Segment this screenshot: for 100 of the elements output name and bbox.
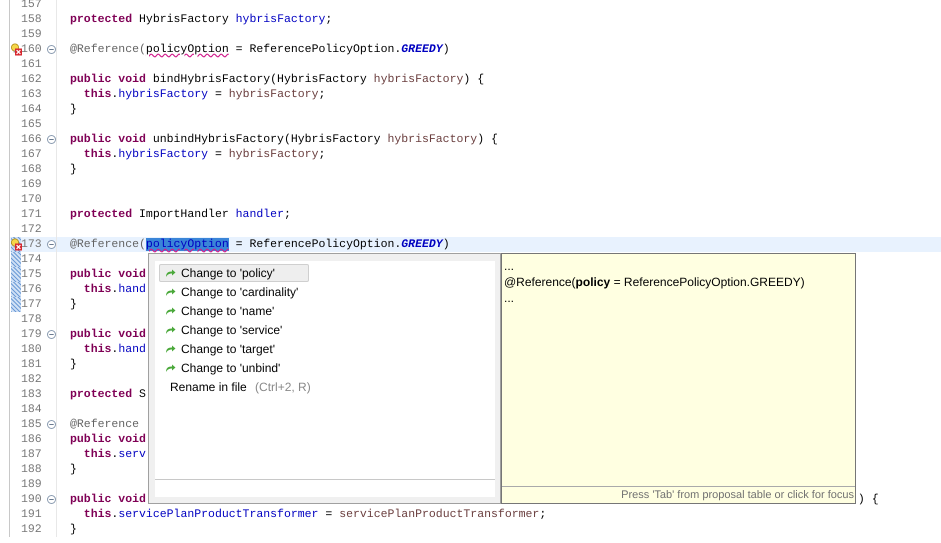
proposal-item[interactable]: Change to 'unbind' bbox=[159, 359, 309, 377]
keyword: public void bbox=[70, 433, 146, 446]
code-text: unbindHybrisFactory(HybrisFactory bbox=[152, 133, 382, 146]
keyword: public void bbox=[70, 268, 146, 281]
collapse-icon[interactable] bbox=[47, 330, 56, 339]
code-text: ) bbox=[442, 238, 450, 251]
proposal-item[interactable]: Change to 'policy' bbox=[159, 264, 309, 282]
code-text: ; bbox=[318, 88, 326, 101]
line-number: 159 bbox=[21, 28, 43, 41]
code-text: ; bbox=[539, 508, 546, 521]
proposal-item[interactable]: Rename in file (Ctrl+2, R) bbox=[159, 378, 309, 396]
code-text: = bbox=[214, 148, 223, 161]
curved-arrow-icon bbox=[165, 326, 176, 334]
lightbulb-error-icon[interactable] bbox=[10, 43, 22, 56]
code-text: HybrisFactory bbox=[138, 13, 230, 26]
code-text: } bbox=[70, 358, 77, 371]
line-number: 178 bbox=[21, 313, 43, 326]
proposal-item[interactable]: Change to 'cardinality' bbox=[159, 283, 309, 301]
code-text: } bbox=[70, 298, 77, 311]
line-number: 160 bbox=[21, 43, 43, 56]
constant: GREEDY bbox=[401, 43, 443, 56]
annotation: @Reference( bbox=[70, 43, 146, 56]
code-text: ; bbox=[284, 208, 291, 221]
keyword: this bbox=[82, 448, 112, 461]
line-number: 173 bbox=[21, 238, 43, 251]
selected-text: policyOption bbox=[146, 238, 229, 251]
field-name: serv bbox=[118, 448, 146, 461]
code-text: ; bbox=[318, 148, 326, 161]
code-text: . bbox=[111, 148, 118, 161]
line-number: 191 bbox=[21, 508, 43, 521]
keyword: protected bbox=[70, 208, 132, 221]
line-number: 177 bbox=[21, 298, 43, 311]
keyword: public void bbox=[70, 493, 146, 506]
keyword: this bbox=[82, 283, 112, 296]
proposal-item[interactable]: Change to 'target' bbox=[159, 340, 309, 358]
field-name: hybrisFactory bbox=[118, 88, 208, 101]
collapse-icon[interactable] bbox=[47, 420, 56, 429]
line-number: 183 bbox=[21, 388, 43, 401]
parameter-name: hybrisFactory bbox=[387, 133, 478, 146]
line-number: 171 bbox=[21, 208, 43, 221]
line-number: 166 bbox=[21, 133, 43, 146]
line-number: 192 bbox=[21, 523, 43, 536]
collapse-icon[interactable] bbox=[47, 240, 56, 249]
keyword: public void bbox=[70, 328, 146, 341]
code-text: = bbox=[214, 88, 223, 101]
keyword: public void bbox=[70, 73, 146, 86]
curved-arrow-icon bbox=[165, 306, 176, 316]
line-number: 185 bbox=[21, 418, 43, 431]
line-number: 161 bbox=[21, 58, 43, 71]
parameter-name: hybrisFactory bbox=[228, 148, 318, 161]
annotation: @Reference( bbox=[70, 238, 146, 251]
code-text: . bbox=[111, 343, 118, 356]
curved-arrow-icon bbox=[165, 288, 176, 296]
proposal-item[interactable]: Change to 'service' bbox=[159, 321, 309, 339]
keyword: this bbox=[82, 148, 112, 161]
line-number: 172 bbox=[21, 223, 43, 236]
line-number: 162 bbox=[21, 73, 43, 86]
field-name: servicePlanProductTransformer bbox=[118, 508, 318, 521]
line-number: 170 bbox=[21, 193, 43, 206]
parameter-name: hybrisFactory bbox=[228, 88, 318, 101]
line-number: 174 bbox=[21, 253, 43, 266]
code-text: } bbox=[70, 463, 77, 476]
line-number: 168 bbox=[21, 163, 43, 176]
field-name: hybrisFactory bbox=[118, 148, 208, 161]
parameter-name: servicePlanProductTransformer bbox=[339, 508, 540, 521]
line-number: 189 bbox=[21, 478, 43, 491]
code-text: . bbox=[111, 508, 118, 521]
line-number: 169 bbox=[21, 178, 43, 191]
code-text: . bbox=[111, 448, 118, 461]
preview-text: ... bbox=[504, 258, 514, 274]
code-text: = bbox=[324, 508, 334, 521]
curved-arrow-icon bbox=[165, 344, 176, 354]
collapse-icon[interactable] bbox=[47, 45, 56, 54]
keyword: this bbox=[82, 88, 112, 101]
code-text: . bbox=[111, 283, 118, 296]
code-text: } bbox=[70, 103, 77, 116]
code-text: } bbox=[70, 163, 77, 176]
line-number: 167 bbox=[21, 148, 43, 161]
collapse-icon[interactable] bbox=[47, 135, 56, 144]
keyword: this bbox=[82, 343, 112, 356]
line-number: 165 bbox=[21, 118, 43, 131]
preview-text: @Reference(policy = ReferencePolicyOption.GREEDY) bbox=[504, 274, 805, 290]
keyword: protected bbox=[70, 388, 132, 401]
curved-arrow-icon bbox=[165, 364, 176, 372]
line-number: 190 bbox=[21, 493, 43, 506]
code-text: } bbox=[70, 523, 77, 536]
line-number: 163 bbox=[21, 88, 43, 101]
code-text: = ReferencePolicyOption. bbox=[234, 238, 402, 251]
code-text: ) { bbox=[477, 133, 498, 146]
proposal-item[interactable]: Change to 'name' bbox=[159, 302, 309, 320]
code-text: bindHybrisFactory(HybrisFactory bbox=[152, 73, 368, 86]
field-name: hand bbox=[118, 343, 146, 356]
keyword: public void bbox=[70, 133, 146, 146]
collapse-icon[interactable] bbox=[47, 495, 56, 504]
line-number: 175 bbox=[21, 268, 43, 281]
code-text: . bbox=[111, 88, 118, 101]
error-word: policyOption bbox=[146, 43, 229, 56]
code-text: ) { bbox=[463, 73, 484, 86]
line-number: 186 bbox=[21, 433, 43, 446]
code-text: = ReferencePolicyOption. bbox=[234, 43, 402, 56]
